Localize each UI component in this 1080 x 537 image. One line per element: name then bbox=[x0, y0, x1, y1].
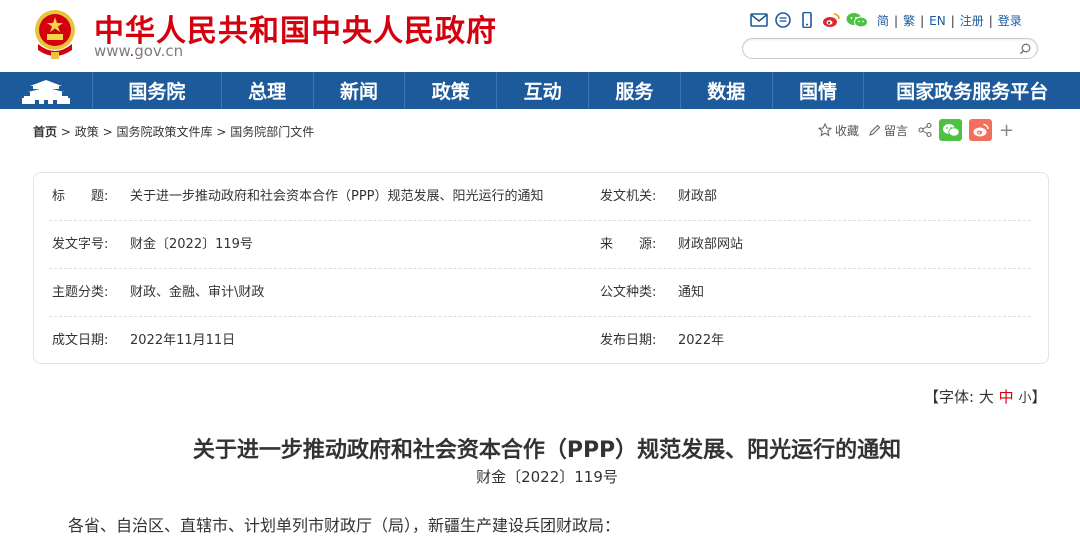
info-row: 主题分类: 财政、金融、审计\财政 公文种类: 通知 bbox=[49, 269, 1031, 317]
title-label: 标 题: bbox=[52, 189, 109, 204]
site-url: www.gov.cn bbox=[94, 42, 183, 60]
nav-item-gov-service-platform[interactable]: 国家政务服务平台 bbox=[864, 72, 1080, 109]
document-info-table: 标 题: 关于进一步推动政府和社会资本合作（PPP）规范发展、阳光运行的通知 发… bbox=[33, 172, 1049, 364]
doc-number-label: 发文字号: bbox=[52, 237, 109, 252]
source-label: 来 源: bbox=[600, 237, 657, 252]
main-nav: 国务院 总理 新闻 政策 互动 服务 数据 国情 国家政务服务平台 bbox=[0, 72, 1080, 109]
title-value: 关于进一步推动政府和社会资本合作（PPP）规范发展、阳光运行的通知 bbox=[130, 189, 544, 204]
separator: | bbox=[950, 14, 955, 28]
source-value: 财政部网站 bbox=[678, 237, 744, 252]
nav-item-policy[interactable]: 政策 bbox=[405, 72, 498, 109]
nav-item-interaction[interactable]: 互动 bbox=[497, 72, 589, 109]
nav-item-national-info[interactable]: 国情 bbox=[773, 72, 865, 109]
font-size-small-button[interactable]: 小 bbox=[1018, 391, 1031, 406]
doc-type-value: 通知 bbox=[678, 285, 705, 300]
register-link[interactable]: 注册 bbox=[960, 12, 984, 29]
login-link[interactable]: 登录 bbox=[998, 12, 1022, 29]
font-size-medium-button[interactable]: 中 bbox=[999, 388, 1014, 406]
comment-button[interactable]: 留言 bbox=[868, 122, 908, 139]
mobile-icon[interactable] bbox=[798, 12, 816, 28]
separator: | bbox=[920, 14, 925, 28]
tiananmen-home-icon[interactable] bbox=[0, 72, 93, 109]
national-emblem-icon[interactable] bbox=[32, 8, 78, 60]
search-input[interactable] bbox=[753, 41, 1003, 56]
breadcrumb-separator: > bbox=[60, 125, 71, 139]
share-weibo-button[interactable] bbox=[969, 119, 993, 141]
lang-simplified-link[interactable]: 简 bbox=[877, 12, 889, 29]
site-url-domain: gov bbox=[134, 42, 161, 60]
site-url-prefix: www bbox=[94, 42, 130, 60]
font-size-prefix: 【字体: bbox=[924, 388, 975, 406]
star-icon bbox=[818, 123, 832, 137]
share-icon[interactable] bbox=[917, 122, 933, 138]
share-wechat-button[interactable] bbox=[939, 119, 963, 141]
breadcrumb-policy-library[interactable]: 国务院政策文件库 bbox=[116, 125, 212, 139]
breadcrumb-home[interactable]: 首页 bbox=[33, 125, 57, 139]
wechat-icon bbox=[942, 124, 960, 137]
article-title: 关于进一步推动政府和社会资本合作（PPP）规范发展、阳光运行的通知 bbox=[192, 438, 902, 463]
comment-label: 留言 bbox=[884, 123, 909, 138]
message-icon[interactable] bbox=[774, 12, 792, 28]
issuing-authority-value: 财政部 bbox=[678, 189, 718, 204]
site-header: 中华人民共和国中央人民政府 www.gov.cn 简 | 繁 | EN | 注册 | 登录 bbox=[0, 0, 1080, 72]
site-url-suffix: .cn bbox=[160, 42, 184, 60]
separator: | bbox=[988, 14, 993, 28]
written-date-label: 成文日期: bbox=[52, 333, 109, 348]
font-size-suffix: 】 bbox=[1031, 388, 1047, 406]
article-tools: 收藏 留言 + bbox=[818, 117, 1014, 143]
nav-item-state-council[interactable]: 国务院 bbox=[93, 72, 222, 109]
written-date-value: 2022年11月11日 bbox=[130, 333, 236, 348]
font-size-controls: 【字体: 大 中 小】 bbox=[924, 386, 1046, 407]
wechat-icon[interactable] bbox=[846, 12, 868, 28]
breadcrumb-separator: > bbox=[216, 125, 227, 139]
pencil-icon bbox=[869, 124, 881, 136]
breadcrumb: 首页 > 政策 > 国务院政策文件库 > 国务院部门文件 bbox=[33, 123, 314, 140]
topic-value: 财政、金融、审计\财政 bbox=[130, 285, 265, 300]
article-doc-number: 财金〔2022〕119号 bbox=[476, 468, 618, 486]
tiananmen-icon bbox=[22, 80, 70, 104]
search-icon[interactable] bbox=[1018, 42, 1032, 56]
top-icon-bar bbox=[750, 11, 868, 29]
info-row: 标 题: 关于进一步推动政府和社会资本合作（PPP）规范发展、阳光运行的通知 发… bbox=[49, 173, 1031, 221]
doc-type-label: 公文种类: bbox=[600, 285, 657, 300]
article-salutation: 各省、自治区、直辖市、计划单列市财政厅（局），新疆生产建设兵团财政局： bbox=[68, 516, 621, 535]
publish-date-label: 发布日期: bbox=[600, 333, 657, 348]
nav-item-services[interactable]: 服务 bbox=[589, 72, 681, 109]
breadcrumb-separator: > bbox=[102, 125, 113, 139]
lang-traditional-link[interactable]: 繁 bbox=[903, 12, 915, 29]
issuing-authority-label: 发文机关: bbox=[600, 189, 657, 204]
favorite-button[interactable]: 收藏 bbox=[818, 122, 859, 139]
weibo-icon[interactable] bbox=[822, 12, 840, 28]
font-size-large-button[interactable]: 大 bbox=[979, 388, 994, 406]
separator: | bbox=[894, 14, 899, 28]
more-share-icon[interactable]: + bbox=[999, 120, 1014, 141]
breadcrumb-policy[interactable]: 政策 bbox=[75, 125, 99, 139]
topic-label: 主题分类: bbox=[52, 285, 109, 300]
breadcrumb-dept-docs[interactable]: 国务院部门文件 bbox=[230, 125, 314, 139]
nav-item-premier[interactable]: 总理 bbox=[222, 72, 314, 109]
weibo-icon bbox=[973, 123, 989, 137]
favorite-label: 收藏 bbox=[835, 123, 860, 138]
nav-item-data[interactable]: 数据 bbox=[681, 72, 773, 109]
language-links: 简 | 繁 | EN | 注册 | 登录 bbox=[877, 12, 1022, 29]
search-box bbox=[742, 38, 1038, 59]
info-row: 发文字号: 财金〔2022〕119号 来 源: 财政部网站 bbox=[49, 221, 1031, 269]
info-row: 成文日期: 2022年11月11日 发布日期: 2022年 bbox=[49, 317, 1031, 365]
mail-icon[interactable] bbox=[750, 12, 768, 28]
doc-number-value: 财金〔2022〕119号 bbox=[130, 237, 253, 252]
lang-english-link[interactable]: EN bbox=[929, 14, 946, 28]
nav-item-news[interactable]: 新闻 bbox=[314, 72, 406, 109]
publish-date-value: 2022年 bbox=[678, 333, 725, 348]
